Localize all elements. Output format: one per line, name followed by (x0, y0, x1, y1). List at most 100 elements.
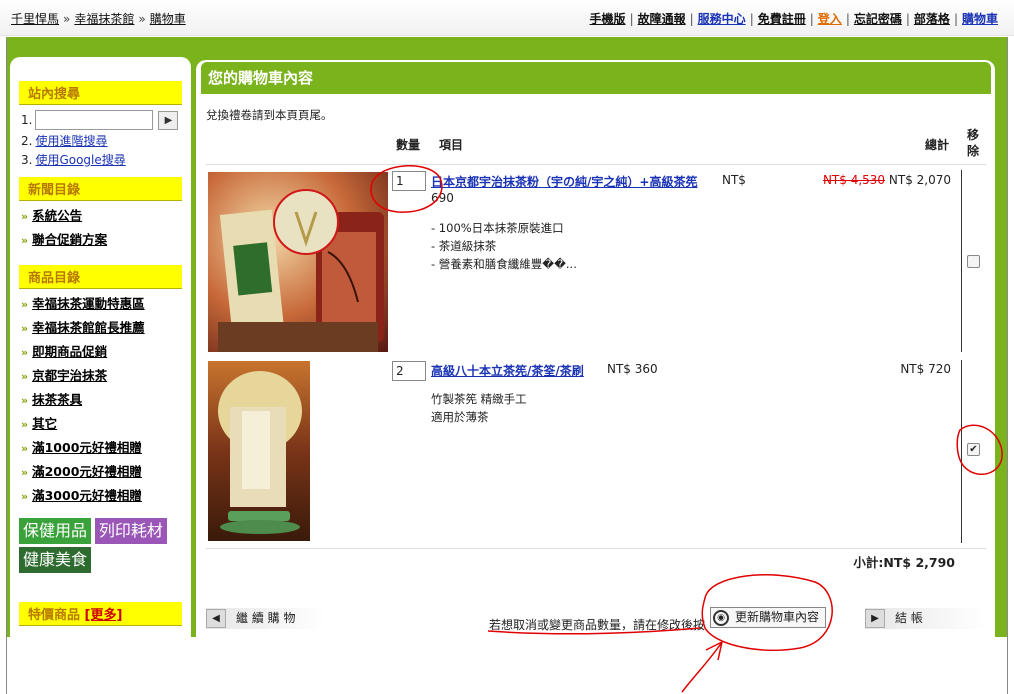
nav-blog[interactable]: 部落格 (914, 12, 950, 26)
desc-line: 適用於薄茶 (431, 410, 489, 424)
category-link[interactable]: 幸福抹茶館館長推薦 (32, 320, 145, 335)
current-total: NT$ 2,070 (888, 173, 951, 187)
sidebar: 站內搜尋 1. ▶ 2. 使用進階搜尋 3. 使用Google搜尋 新聞目錄 »… (10, 57, 191, 637)
special-heading-box: 特價商品 [更多] (19, 602, 182, 626)
nav-forgot-password[interactable]: 忘記密碼 (854, 12, 902, 26)
advanced-search-link[interactable]: 使用進階搜尋 (35, 132, 107, 149)
category-link[interactable]: 其它 (32, 416, 57, 431)
badge-health-food[interactable]: 健康美食 (19, 547, 92, 573)
product-image-whisk[interactable] (208, 361, 310, 541)
header-item: 項目 (439, 138, 464, 152)
continue-label: 繼 續 購 物 (236, 611, 296, 625)
category-item[interactable]: » 滿2000元好禮相贈 (21, 461, 191, 485)
news-item-link[interactable]: 系統公告 (32, 208, 82, 223)
update-hint: 若想取消或變更商品數量，請在修改後按 (489, 618, 706, 632)
price-value: 360 (634, 362, 658, 376)
bullet-icon: » (21, 210, 29, 223)
category-item[interactable]: » 幸福抹茶運動特惠區 (21, 293, 191, 317)
top-bar: 千里悍馬» 幸福抹茶館» 購物車 手機版 | 故障通報 | 服務中心 | 免費註冊 | 登入 | 忘記密… (0, 0, 1014, 36)
product-name-link[interactable]: 高級八十本立茶筅/茶筌/茶刷 (431, 362, 584, 379)
category-link[interactable]: 抹茶茶具 (32, 392, 82, 407)
breadcrumb-sep: » (138, 12, 146, 26)
category-item[interactable]: » 幸福抹茶館館長推薦 (21, 317, 191, 341)
continue-shopping-button[interactable]: ◀ 繼 續 購 物 (206, 608, 326, 629)
product-description: - 100%日本抹茶原裝進口 - 茶道級抹茶 - 營養素和膳食纖維豐��... (431, 219, 577, 273)
promo-badges: 保健用品 列印耗材 健康美食 (19, 518, 167, 573)
breadcrumb-home[interactable]: 千里悍馬 (11, 12, 59, 26)
row-divider (961, 170, 962, 352)
products-heading: 商品目錄 (19, 265, 182, 289)
bullet-icon: » (21, 418, 29, 431)
top-nav: 手機版 | 故障通報 | 服務中心 | 免費註冊 | 登入 | 忘記密碼 | 部落格 | 購物車 (590, 10, 998, 27)
category-link[interactable]: 幸福抹茶運動特惠區 (32, 296, 145, 311)
news-item[interactable]: » 系統公告 (21, 205, 191, 229)
annotation-arrow (681, 641, 723, 693)
nav-cart[interactable]: 購物車 (962, 12, 998, 26)
desc-line: - 茶道級抹茶 (431, 239, 497, 253)
search-heading: 站內搜尋 (19, 81, 182, 105)
header-divider (206, 164, 986, 165)
product-photo-whisk (208, 361, 310, 541)
product-name-link[interactable]: 日本京都宇治抹茶粉（宇の純/宇之純）+高級茶筅 (431, 173, 697, 190)
breadcrumb-cart[interactable]: 購物車 (150, 12, 186, 26)
remove-checkbox[interactable] (967, 255, 980, 268)
frame-left (0, 37, 7, 694)
special-more-link[interactable]: [更多] (85, 608, 123, 623)
nav-sep: | (953, 12, 958, 26)
items-divider (206, 548, 986, 549)
category-item[interactable]: » 即期商品促銷 (21, 341, 191, 365)
search-box: 1. ▶ 2. 使用進階搜尋 3. 使用Google搜尋 (10, 105, 191, 169)
breadcrumb-shop[interactable]: 幸福抹茶館 (74, 12, 134, 26)
bullet-icon: » (21, 442, 29, 455)
search-go-icon[interactable]: ▶ (158, 110, 179, 130)
badge-health-products[interactable]: 保健用品 (19, 518, 92, 544)
nav-service[interactable]: 服務中心 (698, 12, 746, 26)
bullet-icon: » (21, 394, 29, 407)
search-row-num: 1. (21, 113, 33, 127)
category-item[interactable]: » 京都宇治抹茶 (21, 365, 191, 389)
refresh-icon: ◉ (713, 609, 729, 626)
category-item[interactable]: » 抹茶茶具 (21, 389, 191, 413)
category-link[interactable]: 滿2000元好禮相贈 (32, 464, 142, 479)
badge-print-supplies[interactable]: 列印耗材 (94, 518, 167, 544)
nav-sep: | (845, 12, 850, 26)
bullet-icon: » (21, 466, 29, 479)
category-item[interactable]: » 滿3000元好禮相贈 (21, 485, 191, 509)
category-item[interactable]: » 滿1000元好禮相贈 (21, 437, 191, 461)
category-item[interactable]: » 其它 (21, 413, 191, 437)
green-banner (7, 37, 1007, 57)
nav-report[interactable]: 故障通報 (638, 12, 686, 26)
update-cart-button[interactable]: ◉ 更新購物車內容 (710, 607, 827, 628)
nav-login[interactable]: 登入 (818, 12, 842, 26)
header-qty: 數量 (396, 138, 421, 152)
nav-sep: | (749, 12, 754, 26)
google-search-link[interactable]: 使用Google搜尋 (35, 151, 125, 168)
quantity-input[interactable]: 2 (392, 361, 426, 381)
category-link[interactable]: 即期商品促銷 (32, 344, 107, 359)
category-link[interactable]: 滿1000元好禮相贈 (32, 440, 142, 455)
bullet-icon: » (21, 490, 29, 503)
search-input[interactable] (35, 110, 154, 130)
main-panel: 您的購物車內容 兌換禮卷請到本頁頁尾。 數量 項目 總計 移除 1 日本京都宇治… (196, 60, 995, 637)
news-item[interactable]: » 聯合促銷方案 (21, 229, 191, 253)
frame-right (1007, 37, 1014, 694)
news-item-link[interactable]: 聯合促銷方案 (32, 232, 107, 247)
update-label: 更新購物車內容 (735, 610, 820, 624)
quantity-input[interactable]: 1 (392, 171, 426, 191)
nav-register[interactable]: 免費註冊 (758, 12, 806, 26)
product-photo-matcha (208, 172, 388, 352)
nav-sep: | (629, 12, 634, 26)
google-search-num: 3. (21, 152, 33, 167)
nav-mobile[interactable]: 手機版 (590, 12, 626, 26)
header-remove: 移除 (966, 128, 979, 158)
price-prefix: NT$ (607, 362, 631, 376)
special-heading: 特價商品 [更多] (19, 602, 182, 626)
checkout-label: 結 帳 (895, 611, 923, 625)
remove-checkbox-checked[interactable]: ✔ (967, 443, 980, 456)
old-total: NT$ 4,530 (822, 173, 886, 187)
category-link[interactable]: 京都宇治抹茶 (32, 368, 107, 383)
checkout-button[interactable]: ▶ 結 帳 (865, 608, 985, 629)
category-link[interactable]: 滿3000元好禮相贈 (32, 488, 142, 503)
header-total: 總計 (925, 138, 950, 152)
product-image-matcha[interactable] (208, 172, 388, 352)
